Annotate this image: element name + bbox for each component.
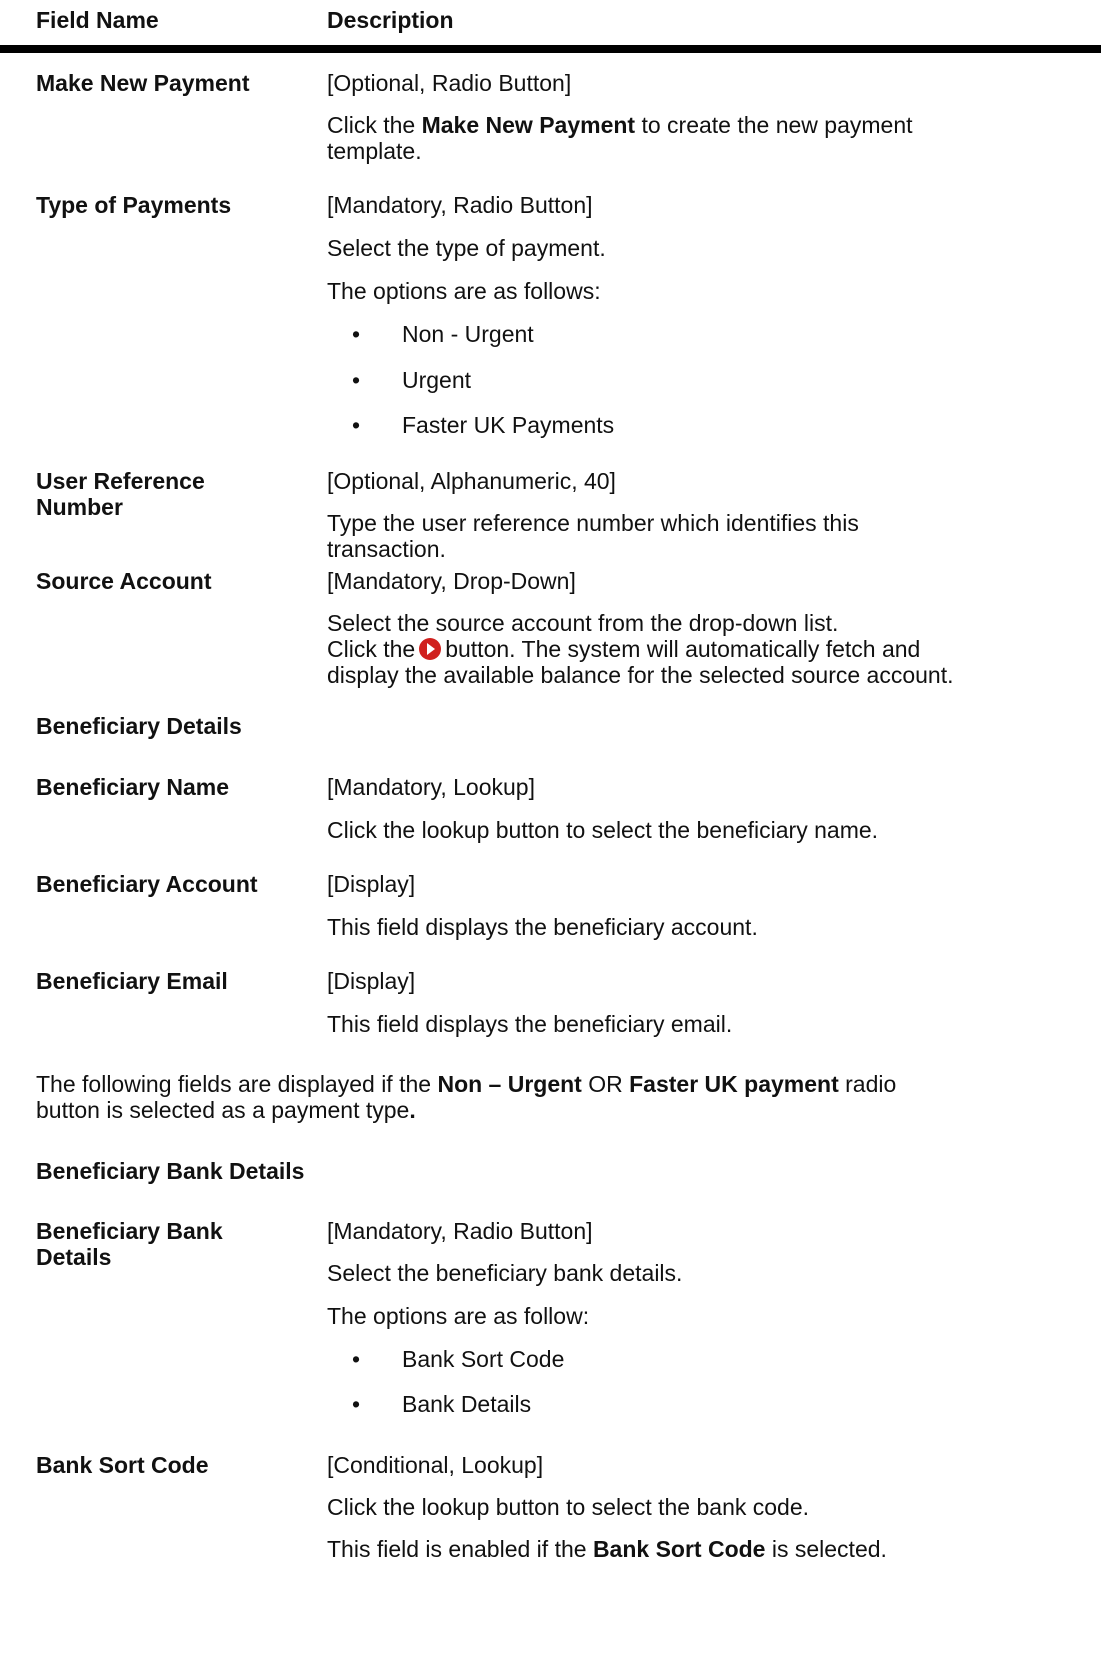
spec-make-new-payment: [Optional, Radio Button] <box>327 70 572 96</box>
bullet-icon: • <box>352 412 361 438</box>
cond-bank-sort-code: This field is enabled if the Bank Sort C… <box>327 1536 887 1562</box>
desc-make-new-payment-line2: template. <box>327 138 422 164</box>
options-intro-payments: The options are as follows: <box>327 278 601 304</box>
go-button-icon <box>419 638 442 660</box>
section-beneficiary-bank-details: Beneficiary Bank Details <box>36 1158 305 1184</box>
desc-user-reference-number: Type the user reference number which ide… <box>327 510 859 536</box>
desc-user-reference-number-line2: transaction. <box>327 536 446 562</box>
field-beneficiary-account: Beneficiary Account <box>36 871 258 897</box>
list-item: • Faster UK Payments <box>352 412 615 438</box>
field-type-of-payments: Type of Payments <box>36 192 232 218</box>
desc-beneficiary-account: This field displays the beneficiary acco… <box>327 914 758 940</box>
desc-source-account: Select the source account from the drop-… <box>327 610 839 636</box>
bullet-icon: • <box>352 1391 361 1417</box>
bullet-icon: • <box>352 1346 361 1372</box>
field-user-reference-number-line2: Number <box>36 494 123 520</box>
field-beneficiary-email: Beneficiary Email <box>36 968 228 994</box>
desc-type-of-payments: Select the type of payment. <box>327 235 606 261</box>
spec-beneficiary-account: [Display] <box>327 871 416 897</box>
spec-beneficiary-email: [Display] <box>327 968 416 994</box>
desc-make-new-payment: Click the Make New Payment to create the… <box>327 112 913 138</box>
section-beneficiary-details: Beneficiary Details <box>36 713 242 739</box>
desc-beneficiary-bank-details: Select the beneficiary bank details. <box>327 1260 683 1286</box>
desc-beneficiary-email: This field displays the beneficiary emai… <box>327 1011 733 1037</box>
bullet-icon: • <box>352 367 361 393</box>
desc-source-account-line2: Click the button. The system will automat… <box>327 636 921 662</box>
spec-beneficiary-name: [Mandatory, Lookup] <box>327 774 535 800</box>
document-page: Field Name Description Make New Payment … <box>0 0 1101 1659</box>
note-paragraph: The following fields are displayed if th… <box>36 1071 897 1097</box>
desc-bank-sort-code: Click the lookup button to select the ba… <box>327 1494 810 1520</box>
field-beneficiary-name: Beneficiary Name <box>36 774 230 800</box>
spec-user-reference-number: [Optional, Alphanumeric, 40] <box>327 468 616 494</box>
spec-source-account: [Mandatory, Drop-Down] <box>327 568 576 594</box>
spec-beneficiary-bank-details: [Mandatory, Radio Button] <box>327 1218 593 1244</box>
field-make-new-payment: Make New Payment <box>36 70 250 96</box>
options-intro-bank: The options are as follow: <box>327 1303 590 1329</box>
spec-type-of-payments: [Mandatory, Radio Button] <box>327 192 593 218</box>
field-bank-sort-code: Bank Sort Code <box>36 1452 209 1478</box>
header-rule <box>0 45 1101 53</box>
desc-beneficiary-name: Click the lookup button to select the be… <box>327 817 879 843</box>
list-item: • Bank Sort Code <box>352 1346 565 1372</box>
column-header-description: Description <box>327 7 454 33</box>
desc-source-account-line3: display the available balance for the se… <box>327 662 954 688</box>
note-paragraph-line2: button is selected as a payment type. <box>36 1097 416 1123</box>
list-item: • Bank Details <box>352 1391 532 1417</box>
field-source-account: Source Account <box>36 568 212 594</box>
field-beneficiary-bank-details-line2: Details <box>36 1244 112 1270</box>
list-item: • Non - Urgent <box>352 321 534 347</box>
column-header-field-name: Field Name <box>36 7 159 33</box>
spec-bank-sort-code: [Conditional, Lookup] <box>327 1452 544 1478</box>
list-item: • Urgent <box>352 367 472 393</box>
bullet-icon: • <box>352 321 361 347</box>
